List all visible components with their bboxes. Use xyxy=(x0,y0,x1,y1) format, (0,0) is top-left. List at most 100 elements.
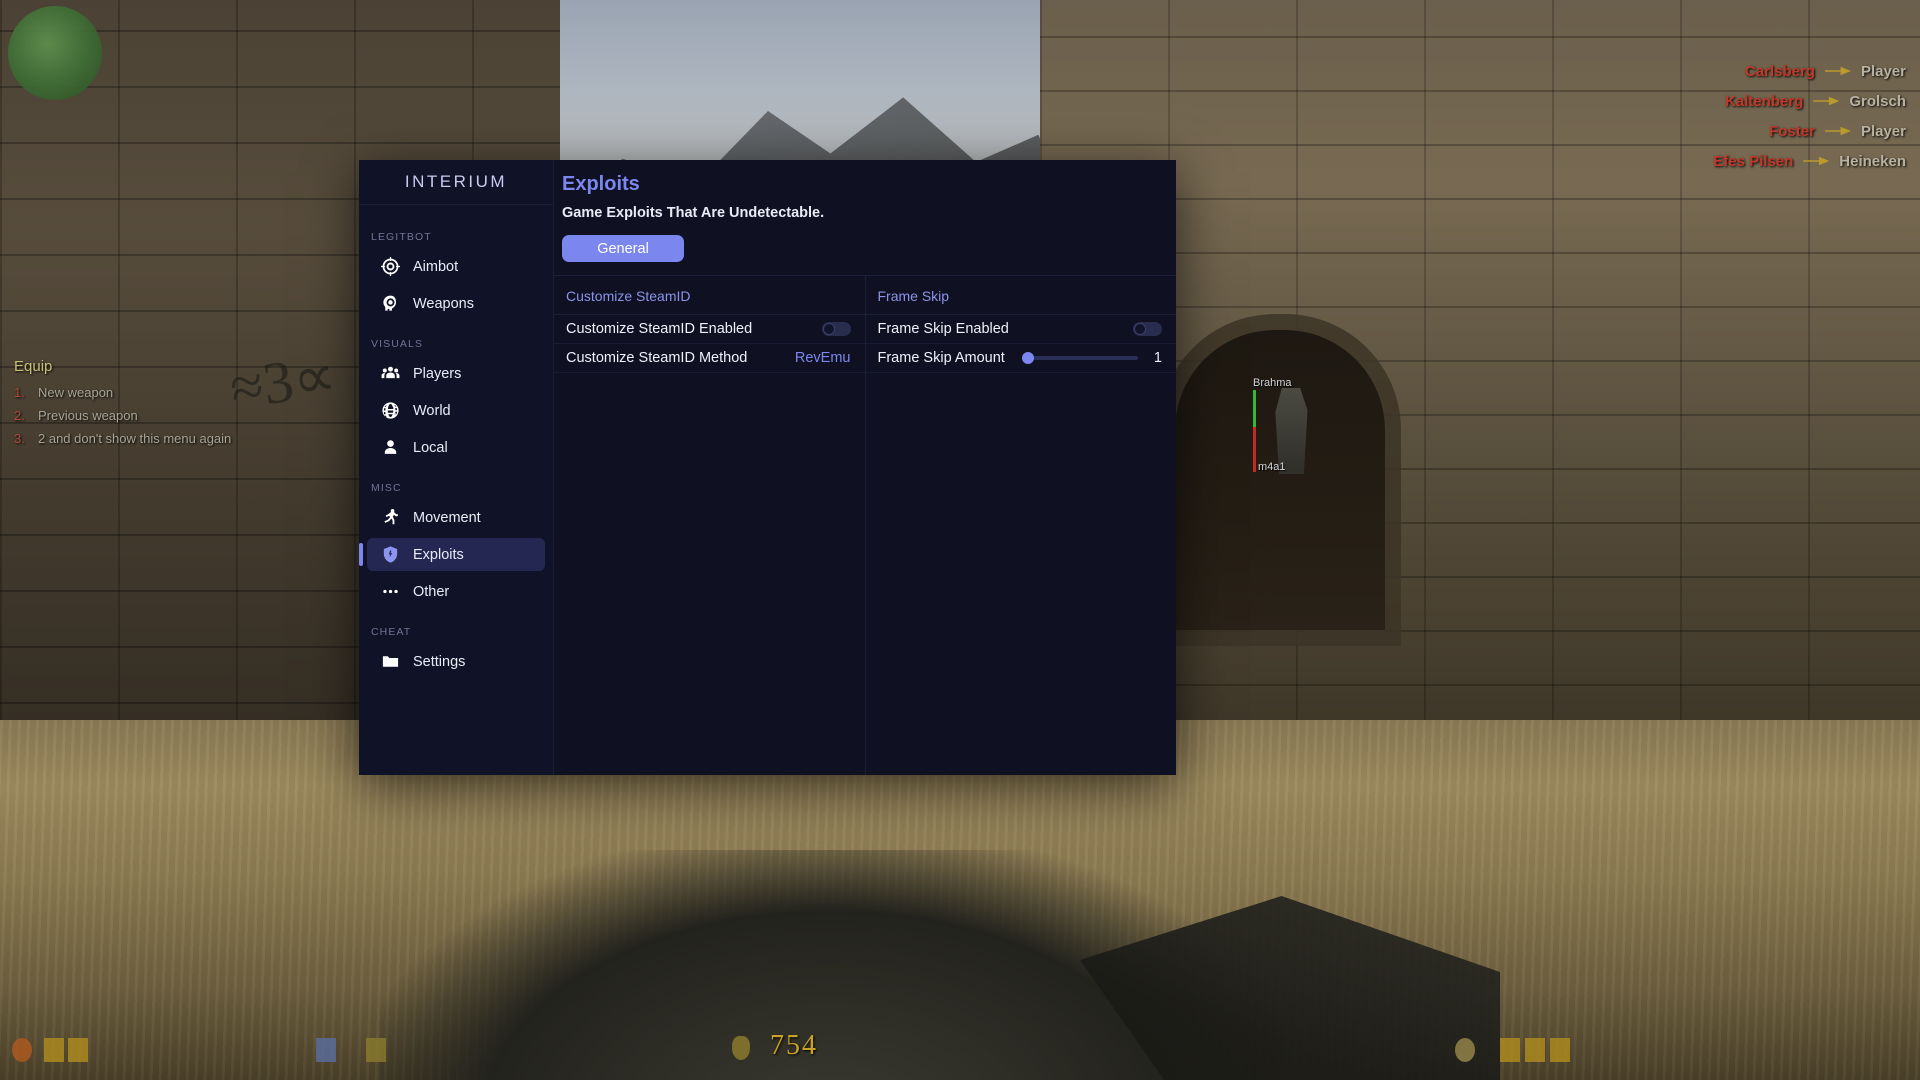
sidebar-item-label: Settings xyxy=(413,654,465,670)
brand-title: INTERIUM xyxy=(359,160,553,205)
hud-ammo-count: 754 xyxy=(770,1030,818,1062)
sidebar-item-aimbot[interactable]: Aimbot xyxy=(367,250,545,283)
tab-general[interactable]: General xyxy=(562,235,684,262)
crosshair-icon xyxy=(381,257,400,276)
killfeed-killer: Carlsberg xyxy=(1745,63,1815,80)
cheat-menu-window: INTERIUM LEGITBOT Aimbot Weapons VISUALS xyxy=(359,160,1176,775)
sidebar-item-other[interactable]: Other xyxy=(367,575,545,608)
hud-armor-icon xyxy=(44,1038,64,1062)
killfeed-row: Efes Pilsen Heineken xyxy=(1526,146,1906,176)
setting-label: Customize SteamID Enabled xyxy=(566,321,752,337)
slider-knob[interactable] xyxy=(1022,352,1034,364)
killfeed-victim: Grolsch xyxy=(1849,93,1906,110)
sidebar-nav: LEGITBOT Aimbot Weapons VISUALS Players xyxy=(359,205,553,682)
sidebar-section-visuals: VISUALS xyxy=(359,324,553,357)
sidebar-item-label: Players xyxy=(413,366,461,382)
hud-grenade-icon xyxy=(732,1036,750,1060)
tab-bar: General xyxy=(562,235,1176,275)
killfeed-row: Carlsberg Player xyxy=(1526,56,1906,86)
folder-icon xyxy=(381,652,400,671)
killfeed-victim: Player xyxy=(1861,63,1906,80)
settings-panels: Customize SteamID Customize SteamID Enab… xyxy=(554,276,1176,775)
sidebar-item-label: Aimbot xyxy=(413,259,458,275)
killfeed-weapon-icon xyxy=(1825,64,1851,78)
killfeed-weapon-icon xyxy=(1803,154,1829,168)
people-icon xyxy=(381,364,400,383)
setting-label: Frame Skip Amount xyxy=(878,350,1005,366)
killfeed-victim: Player xyxy=(1861,123,1906,140)
killfeed-killer: Efes Pilsen xyxy=(1713,153,1793,170)
sidebar-item-local[interactable]: Local xyxy=(367,431,545,464)
hud-defuse-icon xyxy=(316,1038,336,1062)
ellipsis-icon xyxy=(381,582,400,601)
setting-control xyxy=(822,322,851,336)
running-person-icon xyxy=(381,508,400,527)
customize-steamid-enabled-toggle[interactable] xyxy=(822,322,851,336)
killfeed-row: Foster Player xyxy=(1526,116,1906,146)
frame-skip-amount-value: 1 xyxy=(1150,350,1162,366)
toggle-knob xyxy=(1134,323,1146,335)
head-crosshair-icon xyxy=(381,294,400,313)
killfeed: Carlsberg Player Kaltenberg Grolsch Fost… xyxy=(1526,56,1906,176)
setting-row-frame-skip-amount: Frame Skip Amount 1 xyxy=(866,344,1177,373)
sidebar-item-players[interactable]: Players xyxy=(367,357,545,390)
equip-menu-option[interactable]: 1. New weapon xyxy=(14,385,231,400)
sidebar-item-label: Local xyxy=(413,440,448,456)
radar xyxy=(8,6,102,100)
setting-control: RevEmu xyxy=(795,350,851,366)
sidebar-item-label: World xyxy=(413,403,451,419)
equip-menu-option[interactable]: 2. Previous weapon xyxy=(14,408,231,423)
setting-control xyxy=(1133,322,1162,336)
sidebar-section-cheat: CHEAT xyxy=(359,612,553,645)
setting-label: Frame Skip Enabled xyxy=(878,321,1009,337)
page-title: Exploits xyxy=(562,173,1176,196)
frame-skip-amount-slider[interactable] xyxy=(1022,356,1138,360)
enemy-weapon-label: m4a1 xyxy=(1258,461,1286,473)
killfeed-weapon-icon xyxy=(1813,94,1839,108)
equip-menu-title: Equip xyxy=(14,358,231,375)
frame-skip-enabled-toggle[interactable] xyxy=(1133,322,1162,336)
setting-row-customize-steamid-enabled: Customize SteamID Enabled xyxy=(554,315,865,344)
enemy-healthbar xyxy=(1253,390,1256,472)
equip-option-number: 1. xyxy=(14,385,30,400)
equip-option-number: 2. xyxy=(14,408,30,423)
panel-customize-steamid: Customize SteamID Customize SteamID Enab… xyxy=(554,276,865,775)
killfeed-killer: Kaltenberg xyxy=(1725,93,1803,110)
equip-menu: Equip 1. New weapon 2. Previous weapon 3… xyxy=(14,358,231,454)
sidebar-item-label: Other xyxy=(413,584,449,600)
setting-row-customize-steamid-method: Customize SteamID Method RevEmu xyxy=(554,344,865,373)
sidebar-item-weapons[interactable]: Weapons xyxy=(367,287,545,320)
killfeed-weapon-icon xyxy=(1825,124,1851,138)
sidebar-item-settings[interactable]: Settings xyxy=(367,645,545,678)
equip-option-label: 2 and don't show this menu again xyxy=(38,431,231,446)
panel-frame-skip: Frame Skip Frame Skip Enabled Frame Skip… xyxy=(865,276,1177,775)
panel-title: Frame Skip xyxy=(866,276,1177,315)
sidebar: INTERIUM LEGITBOT Aimbot Weapons VISUALS xyxy=(359,160,554,775)
sidebar-section-misc: MISC xyxy=(359,468,553,501)
sidebar-item-label: Exploits xyxy=(413,547,464,563)
person-icon xyxy=(381,438,400,457)
sidebar-item-label: Movement xyxy=(413,510,481,526)
equip-option-label: New weapon xyxy=(38,385,113,400)
globe-icon xyxy=(381,401,400,420)
content-header: Exploits Game Exploits That Are Undetect… xyxy=(554,160,1176,276)
hud-kevlar-icon xyxy=(68,1038,88,1062)
equip-menu-option[interactable]: 3. 2 and don't show this menu again xyxy=(14,431,231,446)
enemy-name-label: Brahma xyxy=(1253,377,1292,389)
archway xyxy=(1175,330,1385,630)
panel-title: Customize SteamID xyxy=(554,276,865,315)
hud-weapon-slot-icon xyxy=(1500,1038,1520,1062)
killfeed-killer: Foster xyxy=(1769,123,1815,140)
setting-row-frame-skip-enabled: Frame Skip Enabled xyxy=(866,315,1177,344)
killfeed-row: Kaltenberg Grolsch xyxy=(1526,86,1906,116)
hud-item-icon xyxy=(366,1038,386,1062)
customize-steamid-method-value[interactable]: RevEmu xyxy=(795,350,851,366)
sidebar-item-exploits[interactable]: Exploits xyxy=(367,538,545,571)
killfeed-victim: Heineken xyxy=(1839,153,1906,170)
toggle-knob xyxy=(823,323,835,335)
hud-weapon-slot-icon xyxy=(1455,1038,1475,1062)
setting-control: 1 xyxy=(1022,350,1162,366)
sidebar-item-movement[interactable]: Movement xyxy=(367,501,545,534)
sidebar-item-world[interactable]: World xyxy=(367,394,545,427)
hud-weapon-slot-icon xyxy=(1525,1038,1545,1062)
